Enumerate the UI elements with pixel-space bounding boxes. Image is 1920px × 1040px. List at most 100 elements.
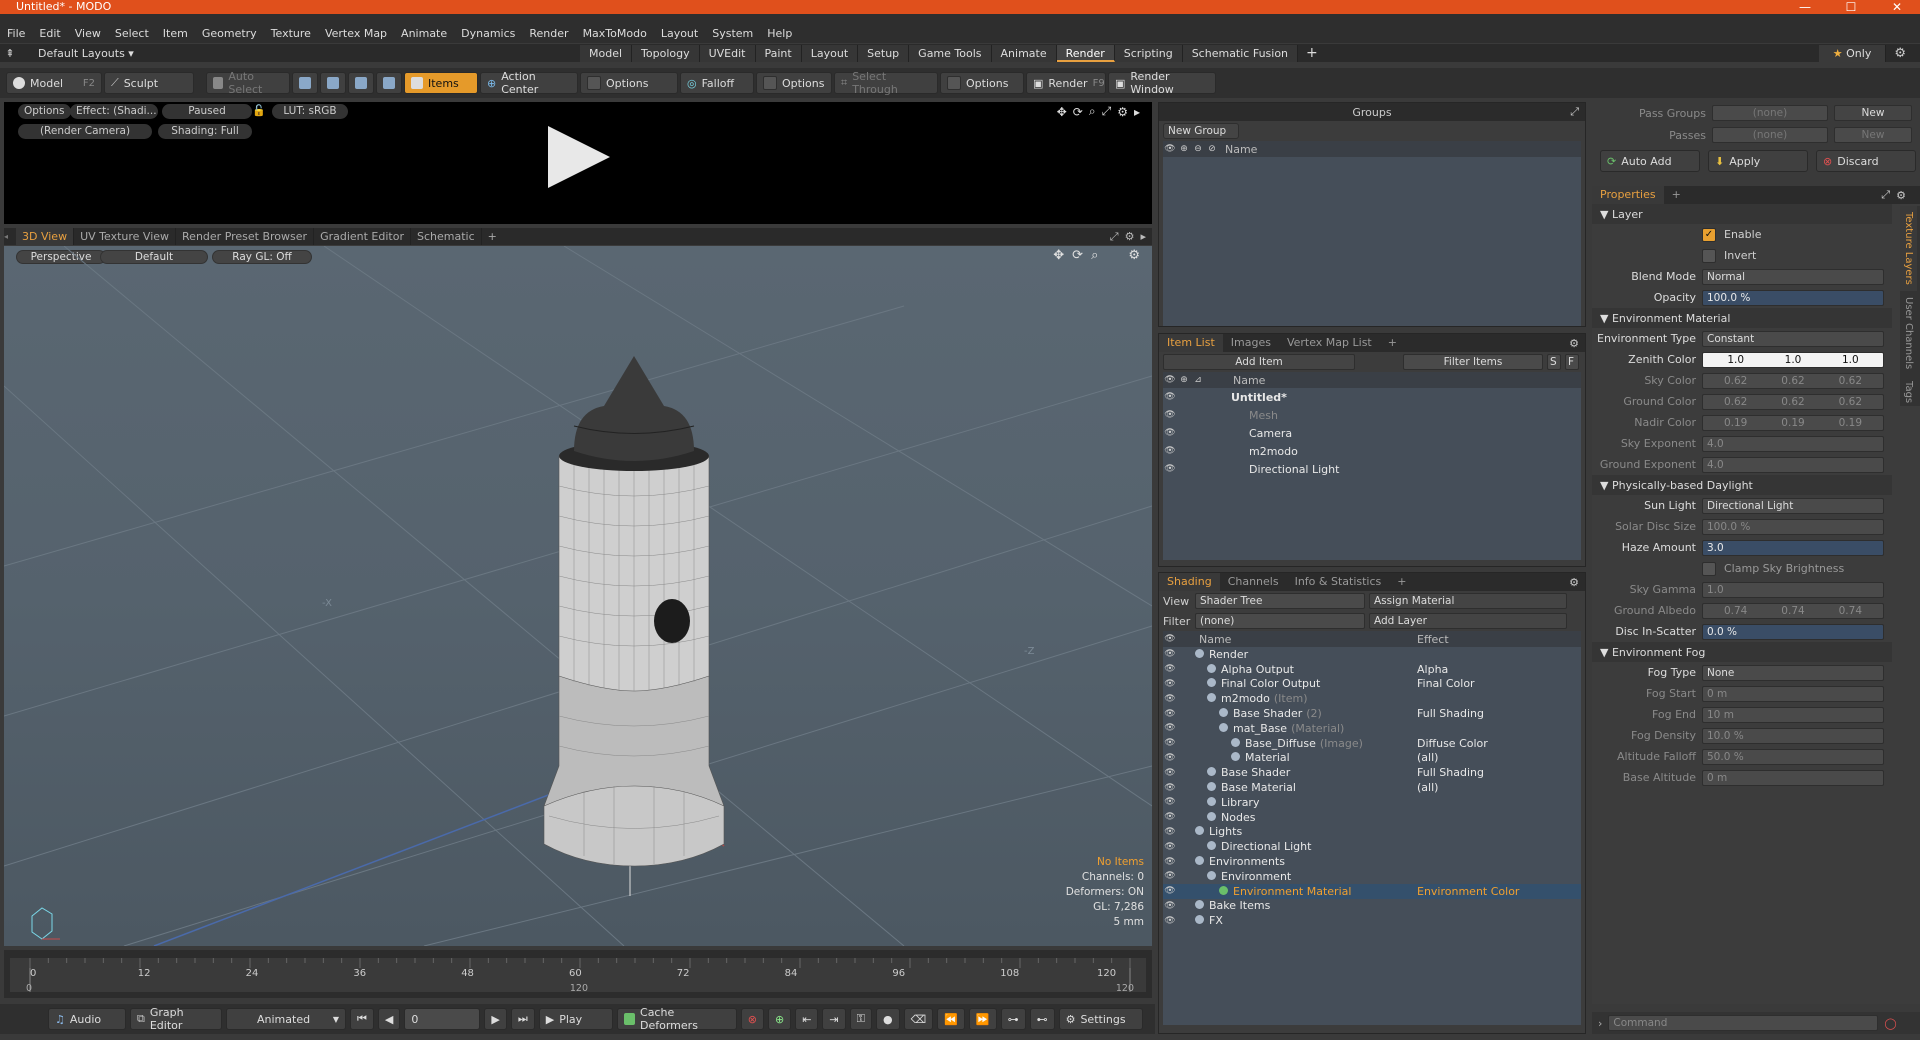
items-mode-button[interactable]: Items [404, 72, 478, 94]
key-skip-back-button[interactable]: ⏪ [937, 1008, 965, 1030]
lut-button[interactable]: LUT: sRGB [272, 104, 348, 119]
gear-icon[interactable]: ⚙ [1894, 46, 1906, 61]
tab-schematic[interactable]: Schematic [411, 228, 482, 245]
item-list-row[interactable]: 👁 Mesh [1163, 406, 1581, 424]
shader-eye-icon[interactable]: 👁 [1163, 664, 1177, 674]
viewport-gear-icon[interactable]: ⚙ [1125, 230, 1135, 243]
maximize-button[interactable]: ☐ [1828, 0, 1874, 14]
menu-dynamics[interactable]: Dynamics [454, 27, 522, 40]
play-render-icon[interactable] [544, 124, 614, 190]
menu-edit[interactable]: Edit [32, 27, 67, 40]
side-tab-texture-layers[interactable]: Texture Layers [1900, 206, 1917, 291]
shader-eye-icon[interactable]: 👁 [1163, 797, 1177, 807]
shader-eye-icon[interactable]: 👁 [1163, 916, 1177, 926]
next-key-button[interactable]: ▶ [484, 1008, 507, 1030]
maximize-view-icon[interactable]: ⤢ [1102, 104, 1112, 119]
render-paused-button[interactable]: Paused [162, 104, 252, 119]
ground-albedo-field[interactable]: 0.74 0.74 0.74 [1702, 602, 1884, 619]
disc-in-scatter-slider[interactable]: 0.0 % [1702, 623, 1884, 640]
filter-s-button[interactable]: S [1547, 354, 1561, 370]
fog-start-field[interactable]: 0 m [1702, 685, 1884, 702]
add-item-tab-button[interactable]: + [1380, 334, 1405, 352]
item-list-row[interactable]: 👁 Camera [1163, 424, 1581, 442]
shader-eye-icon[interactable]: 👁 [1163, 827, 1177, 837]
ground-exponent-field[interactable]: 4.0 [1702, 456, 1884, 473]
item-list-gear-icon[interactable]: ⚙ [1569, 337, 1579, 350]
panel-grip-icon[interactable]: ◂ [4, 232, 16, 241]
side-tab-user-channels[interactable]: User Channels [1900, 291, 1917, 375]
properties-maximize-icon[interactable]: ⤢ [1881, 188, 1890, 202]
falloff-options-button[interactable]: Options [756, 72, 832, 94]
record-key-button[interactable]: ⊗ [740, 1008, 764, 1030]
shader-tree-row[interactable]: 👁 Lights [1163, 825, 1581, 840]
menu-help[interactable]: Help [760, 27, 799, 40]
model-mode-button[interactable]: Model F2 [6, 72, 102, 94]
menu-maxtomodo[interactable]: MaxToModo [576, 27, 654, 40]
menu-file[interactable]: File [0, 27, 32, 40]
layout-tab-scripting[interactable]: Scripting [1114, 44, 1183, 62]
shader-tree-row[interactable]: 👁 mat_Base (Material) [1163, 721, 1581, 736]
layout-tab-topology[interactable]: Topology [632, 44, 700, 62]
action-center-button[interactable]: ⊕ Action Center [480, 70, 578, 96]
shader-tree-row[interactable]: 👁 Environments [1163, 854, 1581, 869]
tab-channels[interactable]: Channels [1220, 573, 1287, 591]
move-view-icon[interactable]: ✥ [1057, 105, 1067, 119]
menu-render[interactable]: Render [522, 27, 575, 40]
auto-key-button[interactable]: ⊕ [767, 1008, 792, 1030]
shader-tree-row[interactable]: 👁 Base Shader Full Shading [1163, 765, 1581, 780]
tab-render-preset-browser[interactable]: Render Preset Browser [176, 228, 315, 245]
select-edges-button[interactable] [320, 72, 346, 94]
shader-tree-row[interactable]: 👁 Nodes [1163, 810, 1581, 825]
layout-lock-icon[interactable]: ⇞ [0, 47, 20, 60]
shader-tree-row[interactable]: 👁 FX [1163, 913, 1581, 928]
add-layout-tab-button[interactable]: + [1298, 45, 1326, 61]
shader-eye-icon[interactable]: 👁 [1163, 694, 1177, 704]
select-through-button[interactable]: ⌗ Select Through [834, 70, 938, 96]
shader-eye-icon[interactable]: 👁 [1163, 649, 1177, 659]
layout-tab-render[interactable]: Render [1056, 44, 1115, 62]
command-input[interactable]: Command [1608, 1015, 1879, 1031]
section-layer[interactable]: ▼ Layer [1592, 204, 1892, 224]
sky-color-field[interactable]: 0.62 0.62 0.62 [1702, 372, 1884, 389]
item-eye-icon[interactable]: 👁 [1163, 464, 1177, 474]
link-button[interactable]: ⊶ [1000, 1008, 1026, 1030]
only-button[interactable]: ★ Only [1818, 44, 1887, 62]
menu-texture[interactable]: Texture [264, 27, 318, 40]
menu-item[interactable]: Item [156, 27, 195, 40]
item-eye-icon[interactable]: 👁 [1163, 428, 1177, 438]
invert-checkbox[interactable] [1702, 248, 1716, 263]
render-button[interactable]: ▣ Render F9 [1026, 72, 1106, 94]
zenith-color-field[interactable]: 1.0 1.0 1.0 [1702, 351, 1884, 368]
add-viewport-tab-button[interactable]: + [482, 230, 503, 243]
goto-start-button[interactable]: ⏮ [350, 1008, 374, 1030]
fog-density-field[interactable]: 10.0 % [1702, 727, 1884, 744]
filter-items-input[interactable]: Filter Items [1403, 354, 1543, 370]
shader-tree-row[interactable]: 👁 Base_Diffuse (Image) Diffuse Color [1163, 736, 1581, 751]
shader-tree-row[interactable]: 👁 Base Material (all) [1163, 780, 1581, 795]
menu-view[interactable]: View [68, 27, 108, 40]
discard-button[interactable]: ⊗ Discard [1816, 150, 1916, 172]
add-layer-dropdown[interactable]: Add Layer [1369, 613, 1567, 629]
shader-eye-icon[interactable]: 👁 [1163, 857, 1177, 867]
shader-row-effect[interactable]: Final Color [1417, 677, 1537, 690]
sun-light-dropdown[interactable]: Directional Light [1702, 497, 1884, 514]
render-camera-button[interactable]: (Render Camera) [18, 124, 152, 139]
new-group-button[interactable]: New Group [1163, 123, 1239, 139]
menu-geometry[interactable]: Geometry [195, 27, 264, 40]
render-options-button[interactable]: Options [18, 104, 71, 119]
item-eye-icon[interactable]: 👁 [1163, 410, 1177, 420]
render-effect-button[interactable]: Effect: (Shadi... [70, 104, 158, 119]
render-preview[interactable]: Options Effect: (Shadi... Paused 🔓 LUT: … [4, 102, 1152, 224]
shader-eye-icon[interactable]: 👁 [1163, 886, 1177, 896]
render-shading-button[interactable]: Shading: Full [158, 124, 252, 139]
zoom-view-icon[interactable]: ⌕ [1089, 104, 1096, 119]
clamp-sky-checkbox[interactable] [1702, 561, 1716, 576]
record-button[interactable]: ● [876, 1008, 900, 1030]
shader-eye-icon[interactable]: 👁 [1163, 842, 1177, 852]
menu-layout[interactable]: Layout [654, 27, 705, 40]
shader-eye-icon[interactable]: 👁 [1163, 753, 1177, 763]
shader-tree-row[interactable]: 👁 Material (all) [1163, 751, 1581, 766]
goto-end-button[interactable]: ⏭ [510, 1008, 535, 1030]
shader-eye-icon[interactable]: 👁 [1163, 783, 1177, 793]
shader-eye-icon[interactable]: 👁 [1163, 871, 1177, 881]
